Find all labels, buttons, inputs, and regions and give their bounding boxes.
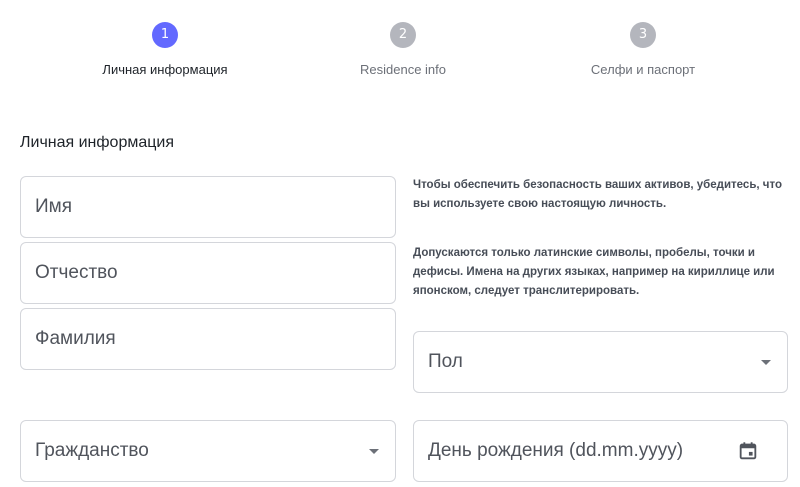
middle-name-placeholder: Отчество [35,262,118,283]
step-residence-info: 2 Residence info [283,22,523,77]
step-label: Личная информация [102,62,228,77]
step-number-badge: 1 [152,22,178,48]
birthdate-input[interactable]: День рождения (dd.mm.yyyy) [413,420,788,482]
first-name-placeholder: Имя [35,196,73,217]
middle-name-input[interactable]: Отчество [20,242,396,304]
birthdate-placeholder: День рождения (dd.mm.yyyy) [428,440,684,461]
step-number-badge: 3 [630,22,656,48]
calendar-icon[interactable] [737,440,759,462]
last-name-placeholder: Фамилия [35,328,116,349]
citizenship-placeholder: Гражданство [35,440,149,461]
chevron-down-icon [369,448,379,454]
security-hint: Чтобы обеспечить безопасность ваших акти… [413,179,782,210]
latin-only-hint: Допускаются только латинские символы, пр… [413,247,775,297]
step-number-badge: 2 [390,22,416,48]
step-label: Residence info [360,62,446,77]
step-selfie-passport: 3 Селфи и паспорт [523,22,763,77]
last-name-input[interactable]: Фамилия [20,308,396,370]
citizenship-select[interactable]: Гражданство [20,420,396,482]
step-label: Селфи и паспорт [590,62,696,77]
gender-placeholder: Пол [428,351,463,372]
step-personal-info: 1 Личная информация [45,22,285,77]
first-name-input[interactable]: Имя [20,176,396,238]
section-title: Личная информация [20,134,175,151]
chevron-down-icon [761,359,771,365]
gender-select[interactable]: Пол [413,331,788,393]
progress-stepper: 1 Личная информация 2 Residence info 3 С… [0,22,800,92]
